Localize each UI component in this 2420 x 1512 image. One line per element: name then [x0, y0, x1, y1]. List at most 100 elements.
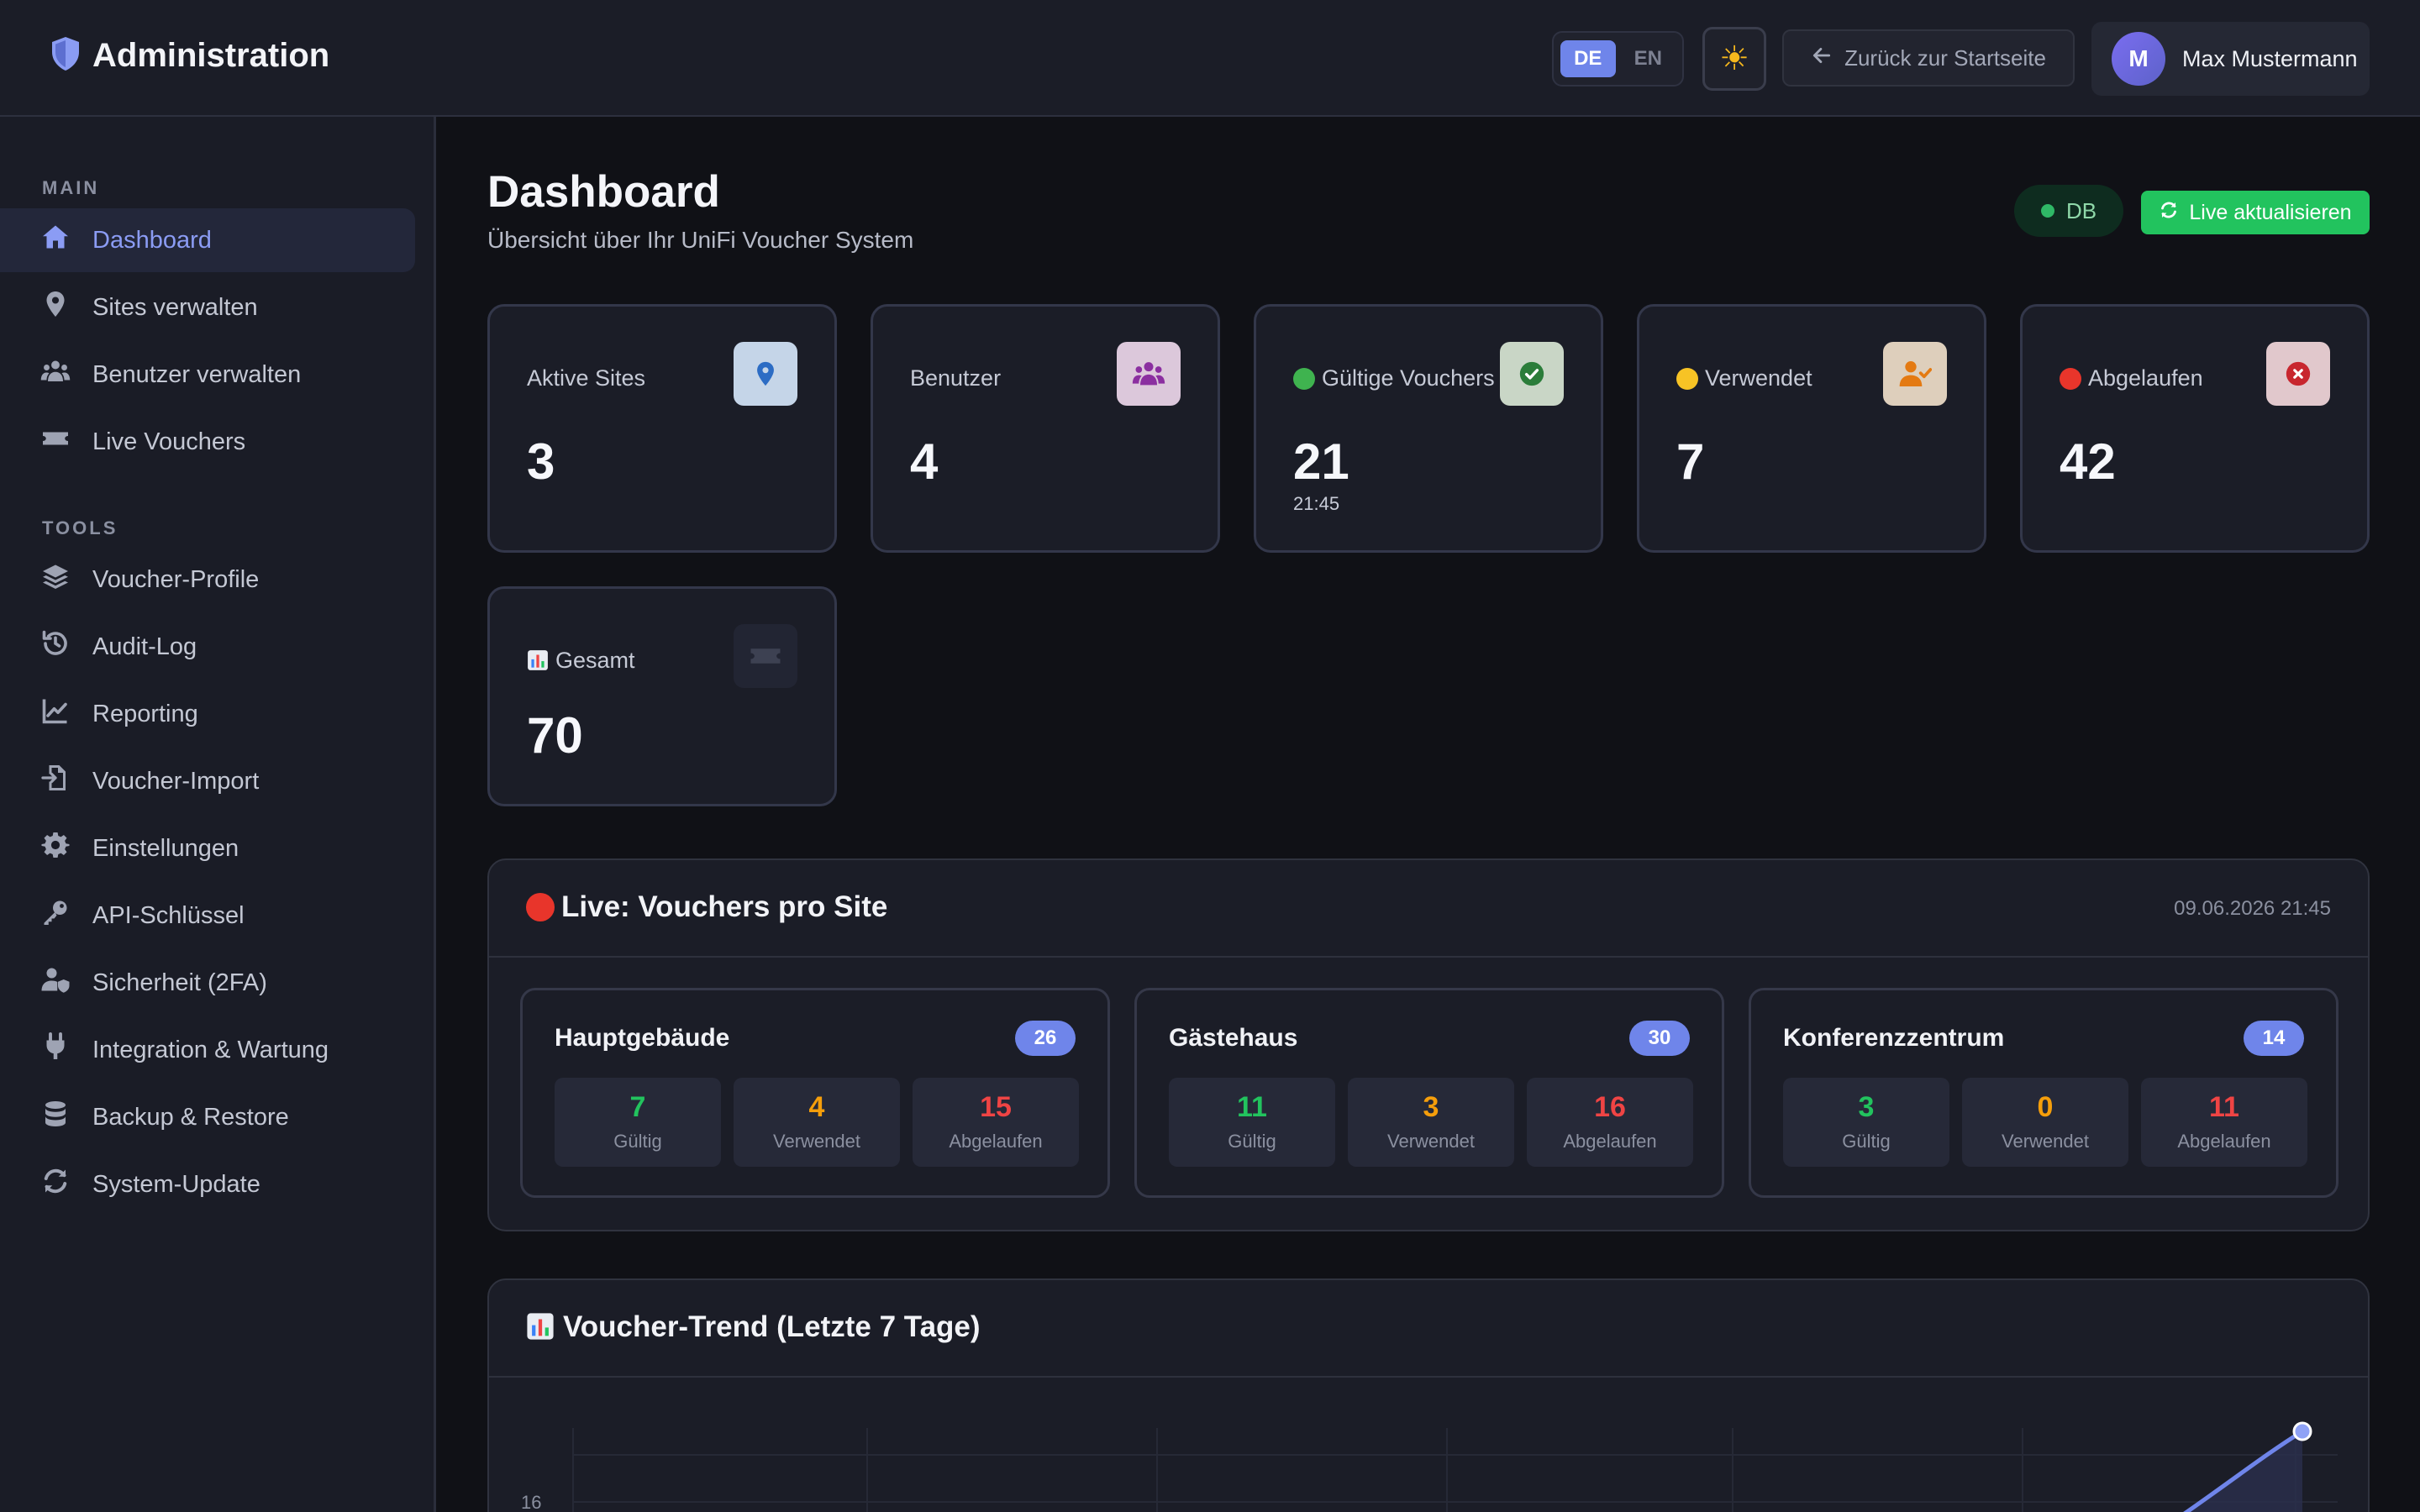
page-subtitle: Übersicht über Ihr UniFi Voucher System	[487, 227, 914, 253]
sidebar-item-reporting[interactable]: Reporting	[0, 682, 415, 746]
lang-de-button[interactable]: DE	[1560, 40, 1616, 77]
trend-point[interactable]	[2292, 1421, 2312, 1441]
sidebar: MAIN Dashboard Sites verwalten Benutzer …	[0, 117, 436, 1512]
site-name: Gästehaus	[1169, 1024, 1298, 1052]
sidebar-item-users[interactable]: Benutzer verwalten	[0, 343, 415, 407]
plug-icon	[40, 1032, 71, 1068]
theme-toggle-button[interactable]: ☀	[1702, 27, 1766, 91]
avatar: M	[2112, 32, 2165, 86]
sidebar-section-tools: TOOLS	[42, 517, 118, 538]
sidebar-item-label: Dashboard	[92, 226, 212, 254]
back-home-button[interactable]: Zurück zur Startseite	[1782, 29, 2075, 87]
stat-value: 3	[527, 433, 555, 490]
file-import-icon	[40, 763, 71, 800]
valid-label: Gültig	[613, 1131, 662, 1152]
top-header: Administration DE EN ☀ Zurück zur Starts…	[0, 0, 2420, 117]
history-icon	[40, 628, 71, 665]
site-expired-box: 16 Abgelaufen	[1527, 1078, 1693, 1167]
expired-label: Abgelaufen	[2177, 1131, 2271, 1152]
live-refresh-button[interactable]: Live aktualisieren	[2141, 191, 2370, 234]
used-label: Verwendet	[2002, 1131, 2089, 1152]
stat-label: Gesamt	[527, 648, 635, 677]
site-total-badge: 26	[1015, 1021, 1076, 1056]
site-name: Hauptgebäude	[555, 1024, 730, 1052]
sidebar-item-audit-log[interactable]: Audit-Log	[0, 615, 415, 679]
user-shield-icon	[40, 964, 71, 1001]
page-title: Dashboard	[487, 167, 720, 217]
stat-label: Abgelaufen	[2060, 365, 2203, 391]
site-card[interactable]: Hauptgebäude 26 7 Gültig 4 Verwendet 15 …	[520, 988, 1110, 1198]
status-dot-icon	[2040, 204, 2054, 218]
site-used-box: 3 Verwendet	[1348, 1078, 1514, 1167]
yellow-circle-icon	[1676, 368, 1698, 390]
used-count: 3	[1423, 1091, 1439, 1123]
db-status-label: DB	[2065, 197, 2097, 223]
gear-icon	[40, 830, 71, 867]
sidebar-item-voucher-import[interactable]: Voucher-Import	[0, 749, 415, 813]
user-name: Max Mustermann	[2182, 45, 2358, 71]
site-card[interactable]: Konferenzzentrum 14 3 Gültig 0 Verwendet…	[1749, 988, 2338, 1198]
trend-area	[2186, 1431, 2302, 1512]
database-icon	[40, 1099, 71, 1136]
sidebar-item-settings[interactable]: Einstellungen	[0, 816, 415, 880]
site-total-badge: 14	[2244, 1021, 2304, 1056]
valid-count: 7	[629, 1091, 646, 1123]
sidebar-item-security[interactable]: Sicherheit (2FA)	[0, 951, 415, 1015]
green-circle-icon	[1293, 368, 1315, 390]
sidebar-item-label: Sicherheit (2FA)	[92, 969, 267, 996]
live-vouchers-panel: Live: Vouchers pro Site 09.06.2026 21:45…	[487, 858, 2370, 1231]
voucher-trend-panel: Voucher-Trend (Letzte 7 Tage) 16 14	[487, 1278, 2370, 1512]
lang-en-button[interactable]: EN	[1621, 40, 1676, 77]
users-icon	[40, 356, 71, 393]
stat-value: 7	[1676, 433, 1705, 490]
sidebar-item-label: Audit-Log	[92, 633, 197, 660]
chart-line-icon	[40, 696, 71, 732]
refresh-icon	[40, 1166, 71, 1203]
stat-card-active-sites[interactable]: Aktive Sites 3	[487, 304, 837, 553]
sidebar-item-label: Voucher-Import	[92, 767, 260, 795]
key-icon	[40, 897, 71, 934]
stat-card-total[interactable]: Gesamt 70	[487, 586, 837, 806]
expired-count: 11	[2209, 1091, 2239, 1123]
expired-count: 15	[980, 1091, 1012, 1123]
site-used-box: 0 Verwendet	[1962, 1078, 2128, 1167]
sidebar-item-label: Voucher-Profile	[92, 565, 260, 593]
sidebar-item-integration[interactable]: Integration & Wartung	[0, 1018, 415, 1082]
sidebar-item-api-keys[interactable]: API-Schlüssel	[0, 884, 415, 948]
sidebar-item-sites[interactable]: Sites verwalten	[0, 276, 415, 339]
site-valid-box: 7 Gültig	[555, 1078, 721, 1167]
stat-card-expired[interactable]: Abgelaufen 42	[2020, 304, 2370, 553]
x-circle-icon	[2266, 342, 2330, 406]
sidebar-item-label: Reporting	[92, 700, 198, 727]
sidebar-item-voucher-profile[interactable]: Voucher-Profile	[0, 548, 415, 612]
stat-card-valid-vouchers[interactable]: Gültige Vouchers 21 21:45	[1254, 304, 1603, 553]
brand: Administration	[49, 35, 329, 76]
stat-label: Benutzer	[910, 365, 1002, 391]
sidebar-item-system-update[interactable]: System-Update	[0, 1152, 415, 1216]
used-count: 0	[2037, 1091, 2054, 1123]
red-circle-icon	[2060, 368, 2081, 390]
live-refresh-label: Live aktualisieren	[2189, 200, 2352, 224]
used-count: 4	[808, 1091, 825, 1123]
language-toggle: DE EN	[1552, 31, 1684, 87]
check-circle-icon	[1500, 342, 1564, 406]
users-icon	[1117, 342, 1181, 406]
db-status-badge: DB	[2014, 185, 2123, 237]
valid-label: Gültig	[1228, 1131, 1276, 1152]
site-card[interactable]: Gästehaus 30 11 Gültig 3 Verwendet 16 Ab…	[1134, 988, 1724, 1198]
sun-icon: ☀	[1719, 40, 1749, 77]
valid-count: 11	[1237, 1091, 1267, 1123]
site-used-box: 4 Verwendet	[734, 1078, 900, 1167]
sidebar-item-dashboard[interactable]: Dashboard	[0, 208, 415, 272]
stat-card-used[interactable]: Verwendet 7	[1637, 304, 1986, 553]
valid-label: Gültig	[1842, 1131, 1891, 1152]
sidebar-item-backup[interactable]: Backup & Restore	[0, 1085, 415, 1149]
stat-label: Gültige Vouchers	[1293, 365, 1495, 391]
stat-value: 42	[2060, 433, 2116, 490]
sidebar-item-live-vouchers[interactable]: Live Vouchers	[0, 410, 415, 474]
stat-card-users[interactable]: Benutzer 4	[871, 304, 1220, 553]
y-tick-label: 16	[521, 1492, 541, 1512]
sidebar-item-label: Sites verwalten	[92, 293, 258, 321]
home-icon	[40, 222, 71, 259]
user-menu[interactable]: M Max Mustermann	[2091, 22, 2370, 96]
